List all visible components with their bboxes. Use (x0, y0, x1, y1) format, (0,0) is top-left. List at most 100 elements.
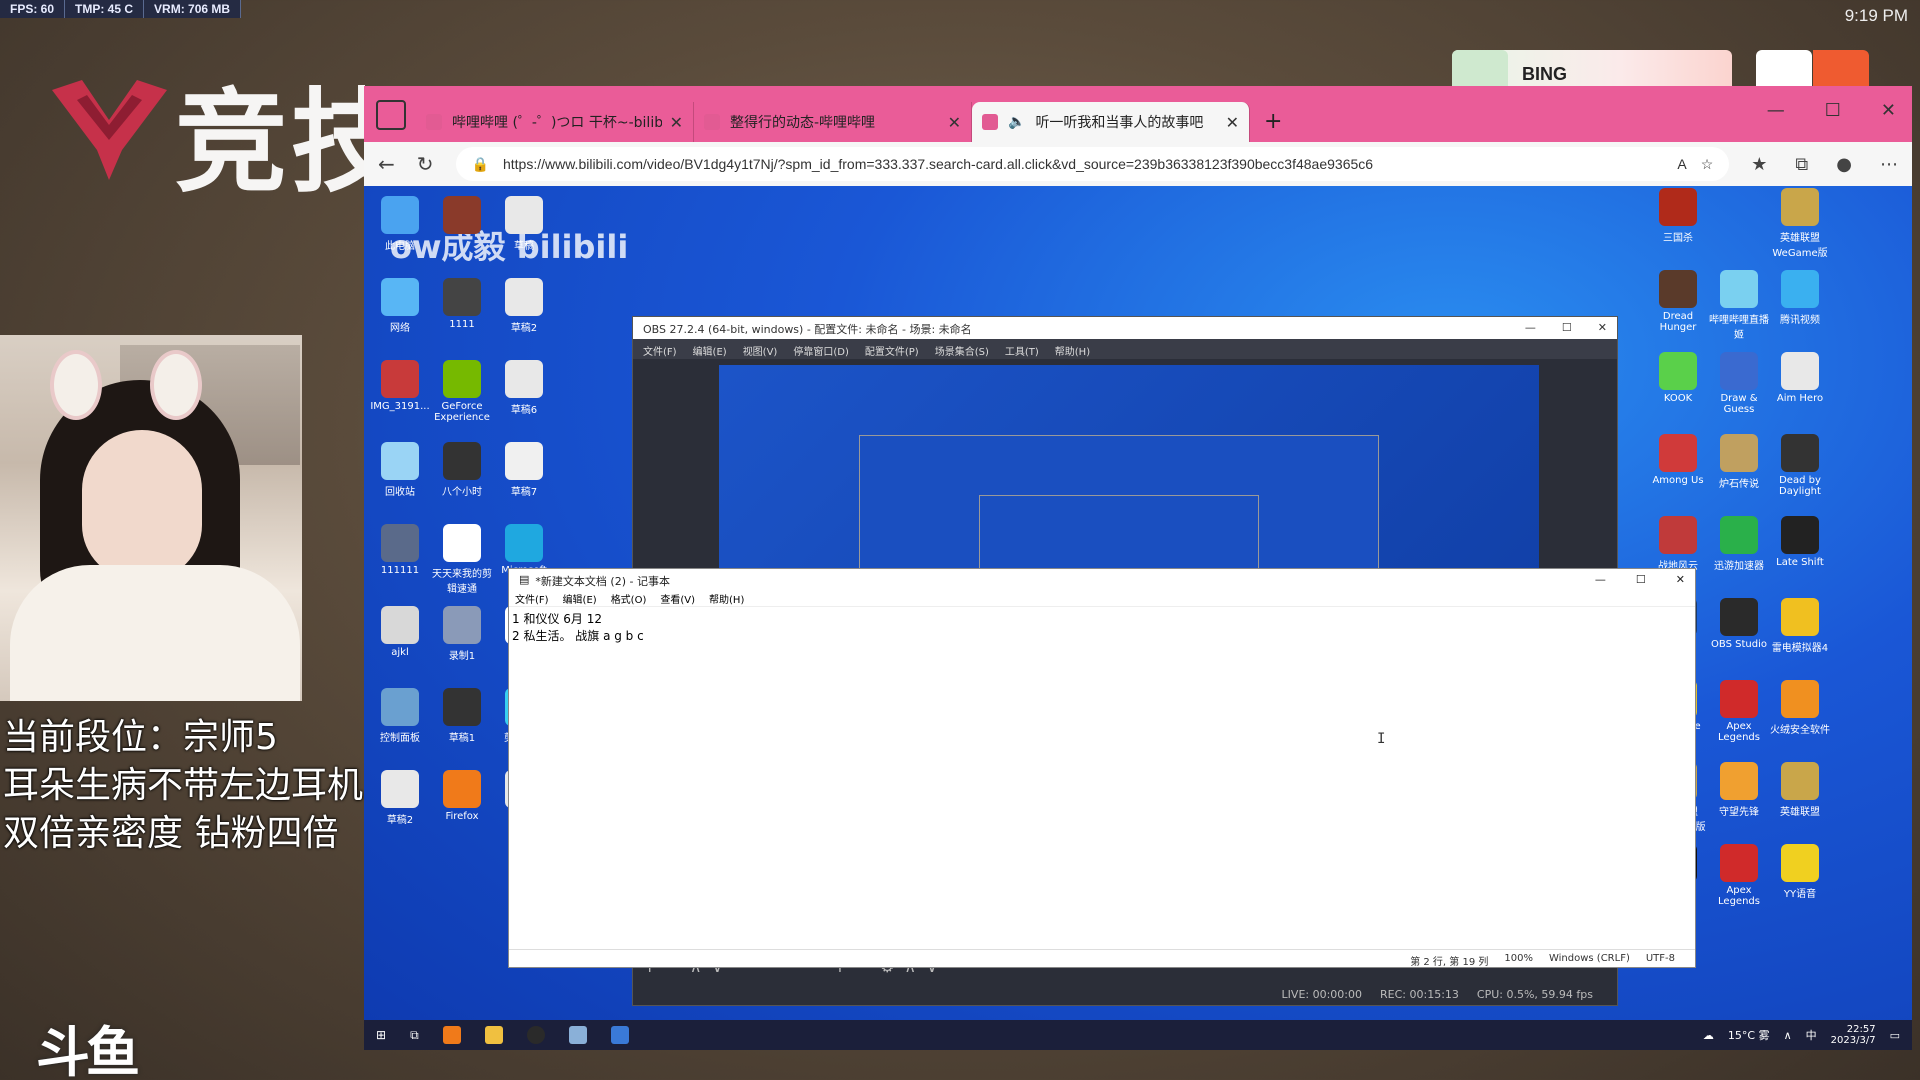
left-desktop-icon[interactable]: 草稿1 (432, 688, 492, 744)
notepad-text-area[interactable]: 1 和仪仪 6月 12 2 私生活。 战旗 a g b c (509, 607, 1695, 649)
screenshot-icon[interactable] (610, 1026, 629, 1044)
close-icon[interactable]: ✕ (670, 113, 683, 132)
right-desktop-icon[interactable]: Late Shift (1770, 516, 1830, 568)
right-desktop-icon[interactable]: 三国杀 (1648, 188, 1708, 244)
weather-text[interactable]: 15°C 雾 (1728, 1027, 1770, 1043)
obs-menu-view[interactable]: 视图(V) (743, 343, 778, 358)
np-menu-help[interactable]: 帮助(H) (709, 591, 744, 606)
back-icon[interactable]: ← (378, 152, 395, 176)
left-desktop-icon[interactable]: 111111 (370, 524, 430, 576)
close-icon[interactable]: ✕ (948, 113, 961, 132)
left-desktop-icon[interactable]: 草稿7 (494, 442, 554, 498)
favorites-icon[interactable]: ★ (1751, 154, 1767, 175)
maximize-icon[interactable]: ☐ (1636, 573, 1646, 586)
left-desktop-icon[interactable]: 草稿6 (494, 360, 554, 416)
right-desktop-icon[interactable]: Draw & Guess (1709, 352, 1769, 415)
read-aloud-icon[interactable]: A (1677, 156, 1686, 172)
maximize-icon[interactable]: ☐ (1825, 100, 1841, 121)
file-explorer-icon[interactable] (484, 1026, 503, 1044)
tab-actions-icon[interactable] (376, 100, 406, 130)
left-desktop-icon[interactable]: 草稿2 (494, 278, 554, 334)
left-desktop-icon[interactable]: Firefox (432, 770, 492, 822)
np-menu-edit[interactable]: 编辑(E) (563, 591, 597, 606)
video-content[interactable]: ow成毅 bilibili 此电脑 草稿 网络 1111 草稿2 IMG_3191... G… (364, 186, 1912, 1050)
obs-menu-dock[interactable]: 停靠窗口(D) (793, 343, 849, 358)
left-desktop-icon[interactable]: 草稿 (494, 196, 554, 252)
left-desktop-icon[interactable]: 1111 (432, 278, 492, 330)
right-desktop-icon[interactable]: 雷电模拟器4 (1770, 598, 1830, 654)
left-desktop-icon[interactable]: 录制1 (432, 606, 492, 662)
left-desktop-icon[interactable]: GeForce Experience (432, 360, 492, 423)
right-desktop-icon[interactable]: 英雄联盟 (1770, 762, 1830, 818)
ime-indicator[interactable]: 中 (1806, 1027, 1817, 1043)
right-desktop-icon[interactable]: Apex Legends (1709, 844, 1769, 907)
notification-icon[interactable]: ▭ (1890, 1029, 1900, 1042)
left-desktop-icon[interactable] (432, 196, 492, 237)
more-icon[interactable]: ⋯ (1880, 154, 1898, 175)
speaker-icon[interactable]: 🔈 (1008, 114, 1025, 130)
left-desktop-icon[interactable]: 此电脑 (370, 196, 430, 252)
left-desktop-icon[interactable]: ajkl (370, 606, 430, 658)
tab-bilibili-home[interactable]: 哔哩哔哩 (゜-゜)つロ 干杯~-bilibili ✕ (416, 102, 694, 142)
minimize-icon[interactable]: — (1595, 573, 1606, 586)
right-desktop-icon[interactable]: 守望先锋 (1709, 762, 1769, 818)
notepad-taskbar-icon[interactable] (568, 1026, 587, 1044)
close-icon[interactable]: ✕ (1881, 100, 1896, 121)
maximize-icon[interactable]: ☐ (1562, 321, 1572, 335)
obs-menu-help[interactable]: 帮助(H) (1055, 343, 1090, 358)
refresh-icon[interactable]: ↻ (417, 152, 434, 176)
right-desktop-icon[interactable]: 哔哩哔哩直播姬 (1709, 270, 1769, 341)
np-menu-format[interactable]: 格式(O) (611, 591, 647, 606)
tab-dynamic[interactable]: 整得行的动态-哔哩哔哩 ✕ (694, 102, 972, 142)
left-desktop-icon[interactable]: 控制面板 (370, 688, 430, 744)
obs-menu-scenes[interactable]: 场景集合(S) (935, 343, 989, 358)
left-desktop-icon[interactable]: 草稿2 (370, 770, 430, 826)
right-desktop-icon[interactable]: 英雄联盟WeGame版 (1770, 188, 1830, 259)
left-desktop-icon[interactable]: IMG_3191... (370, 360, 430, 412)
right-desktop-icon[interactable]: YY语音 (1770, 844, 1830, 900)
obs-menu-edit[interactable]: 编辑(E) (693, 343, 727, 358)
app-icon (443, 770, 481, 808)
profile-icon[interactable]: ● (1836, 154, 1852, 175)
right-desktop-icon[interactable]: 火绒安全软件 (1770, 680, 1830, 736)
add-favorite-icon[interactable]: ☆ (1701, 156, 1714, 173)
obs-icon[interactable] (526, 1026, 545, 1044)
left-desktop-icon[interactable]: 回收站 (370, 442, 430, 498)
minimize-icon[interactable]: — (1767, 100, 1785, 121)
start-icon[interactable]: ⊞ (376, 1028, 386, 1042)
obs-menu-profile[interactable]: 配置文件(P) (865, 343, 919, 358)
left-desktop-icon[interactable]: 天天来我的剪辑速通 (432, 524, 492, 595)
task-view-icon[interactable]: ⧉ (410, 1028, 419, 1043)
np-menu-file[interactable]: 文件(F) (515, 591, 549, 606)
new-tab-button[interactable]: + (1264, 109, 1282, 134)
close-icon[interactable]: ✕ (1226, 113, 1239, 132)
minimize-icon[interactable]: — (1525, 321, 1536, 335)
right-desktop-icon[interactable]: 迅游加速器 (1709, 516, 1769, 572)
obs-menu-tools[interactable]: 工具(T) (1005, 343, 1039, 358)
right-desktop-icon[interactable]: Among Us (1648, 434, 1708, 486)
right-desktop-icon[interactable]: KOOK (1648, 352, 1708, 404)
firefox-icon[interactable] (442, 1026, 461, 1044)
left-desktop-icon[interactable]: 网络 (370, 278, 430, 334)
right-desktop-icon[interactable]: 腾讯视频 (1770, 270, 1830, 326)
obs-menu-file[interactable]: 文件(F) (643, 343, 677, 358)
obs-preview[interactable] (719, 365, 1539, 595)
np-menu-view[interactable]: 查看(V) (660, 591, 695, 606)
right-desktop-icon[interactable]: Apex Legends (1709, 680, 1769, 743)
right-desktop-icon[interactable]: OBS Studio (1709, 598, 1769, 650)
left-desktop-icon[interactable]: 八个小时 (432, 442, 492, 498)
tray-expand-icon[interactable]: ∧ (1784, 1029, 1792, 1042)
close-icon[interactable]: ✕ (1598, 321, 1607, 335)
app-icon (1781, 188, 1819, 226)
taskbar-clock[interactable]: 22:57 2023/3/7 (1831, 1024, 1876, 1046)
right-desktop-icon[interactable]: Dead by Daylight (1770, 434, 1830, 497)
right-desktop-icon[interactable]: 炉石传说 (1709, 434, 1769, 490)
url-input[interactable]: 🔒 https://www.bilibili.com/video/BV1dg4y… (455, 147, 1730, 181)
right-desktop-icon[interactable]: Aim Hero (1770, 352, 1830, 404)
close-icon[interactable]: ✕ (1676, 573, 1685, 586)
right-desktop-icon[interactable]: Dread Hunger (1648, 270, 1708, 333)
tab-video[interactable]: 🔈 听一听我和当事人的故事吧 ✕ (972, 102, 1250, 142)
right-desktop-icon[interactable]: 战地风云 (1648, 516, 1708, 572)
app-icon (1720, 352, 1758, 390)
collections-icon[interactable]: ⧉ (1795, 154, 1808, 175)
